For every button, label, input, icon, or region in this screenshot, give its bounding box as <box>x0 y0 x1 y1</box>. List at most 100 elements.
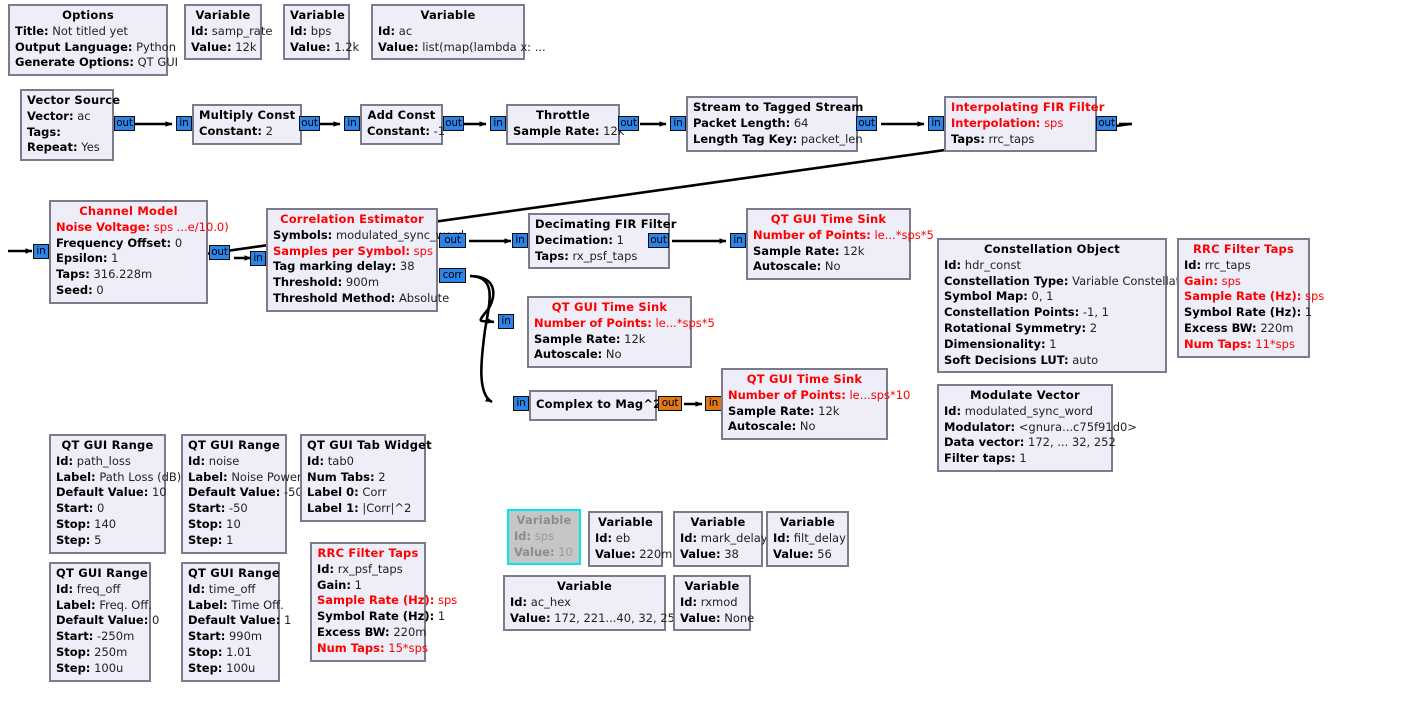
param-row: Decimation: 1 <box>535 233 663 249</box>
port-in-complex-to-mag2[interactable]: in <box>513 396 529 411</box>
port-in-multiply-const[interactable]: in <box>176 116 192 131</box>
port-in-time-sink-2[interactable]: in <box>498 314 514 329</box>
block-qt-gui-time-sink-3[interactable]: QT GUI Time Sink Number of Points: le...… <box>721 368 910 441</box>
block-variable-mark-delay[interactable]: Variable Id: mark_delay Value: 38 <box>673 511 768 568</box>
block-variable-bps[interactable]: Variable Id: bps Value: 1.2k <box>283 4 359 61</box>
block-throttle[interactable]: Throttle Sample Rate: 12k <box>506 104 624 145</box>
param-row: Default Value: 10 <box>56 485 167 501</box>
param-key: Symbol Map: <box>944 289 1028 304</box>
port-out-correlation-estimator[interactable]: out <box>439 233 466 248</box>
param-value: 10 <box>226 516 241 531</box>
param-key: Vector: <box>27 108 74 123</box>
port-out-vector-source[interactable]: out <box>114 116 135 131</box>
param-value: 0 <box>96 282 104 297</box>
param-key: Id: <box>317 561 335 576</box>
block-options[interactable]: Options Title: Not titled yet Output Lan… <box>8 4 178 77</box>
param-value: sps <box>534 528 555 543</box>
param-key: Step: <box>56 660 91 675</box>
flowgraph-canvas[interactable]: Options Title: Not titled yet Output Lan… <box>0 0 1401 703</box>
port-out-interpolating-fir[interactable]: out <box>1096 116 1117 131</box>
port-in-interpolating-fir[interactable]: in <box>928 116 944 131</box>
block-title: QT GUI Tab Widget <box>307 438 432 452</box>
param-key: Start: <box>56 501 94 516</box>
block-channel-model[interactable]: Channel Model Noise Voltage: sps ...e/10… <box>49 200 229 304</box>
block-complex-to-mag-squared[interactable]: Complex to Mag^2 <box>529 390 662 421</box>
block-variable-eb[interactable]: Variable Id: eb Value: 220m <box>588 511 672 568</box>
param-row: Data vector: 172, ... 32, 252 <box>944 435 1116 451</box>
param-row: Autoscale: No <box>534 347 685 363</box>
port-out-channel-model[interactable]: out <box>209 245 230 260</box>
param-key: Threshold: <box>273 275 343 290</box>
block-qt-gui-range-noise[interactable]: QT GUI Range Id: noise Label: Noise Powe… <box>181 434 303 554</box>
param-key: Value: <box>290 39 331 54</box>
block-title: Constellation Object <box>984 242 1120 256</box>
param-value: 1.2k <box>334 39 360 54</box>
param-key: Id: <box>307 453 325 468</box>
param-row: Step: 1 <box>188 533 280 549</box>
param-row: Symbol Map: 0, 1 <box>944 289 1160 305</box>
block-qt-gui-tab-widget[interactable]: QT GUI Tab Widget Id: tab0 Num Tabs: 2 L… <box>300 434 432 522</box>
block-qt-gui-range-freq-off[interactable]: QT GUI Range Id: freq_off Label: Freq. O… <box>49 562 159 682</box>
port-in-add-const[interactable]: in <box>344 116 360 131</box>
block-add-const[interactable]: Add Const Constant: -1 <box>360 104 445 145</box>
param-row: Num Tabs: 2 <box>307 470 419 486</box>
block-qt-gui-range-time-off[interactable]: QT GUI Range Id: time_off Label: Time Of… <box>181 562 291 682</box>
param-key: Step: <box>56 532 91 547</box>
block-stream-to-tagged-stream[interactable]: Stream to Tagged Stream Packet Length: 6… <box>686 96 864 153</box>
port-in-channel-model[interactable]: in <box>33 244 49 259</box>
wire-corr-timesink2 <box>469 274 495 324</box>
port-out-stream-to-tagged[interactable]: out <box>856 116 877 131</box>
port-in-decimating-fir[interactable]: in <box>512 233 528 248</box>
block-rrc-filter-taps-tx[interactable]: RRC Filter Taps Id: rrc_taps Gain: sps S… <box>1177 238 1324 358</box>
block-title: Stream to Tagged Stream <box>693 100 864 114</box>
block-constellation-object[interactable]: Constellation Object Id: hdr_const Const… <box>937 238 1198 374</box>
block-variable-ac[interactable]: Variable Id: ac Value: list(map(lambda x… <box>371 4 546 61</box>
port-out-multiply-const[interactable]: out <box>299 116 320 131</box>
port-in-time-sink-1[interactable]: in <box>730 233 746 248</box>
block-variable-filt-delay[interactable]: Variable Id: filt_delay Value: 56 <box>766 511 849 568</box>
block-variable-rxmod[interactable]: Variable Id: rxmod Value: None <box>673 575 754 632</box>
param-value: rx_psf_taps <box>337 561 403 576</box>
block-qt-gui-range-path-loss[interactable]: QT GUI Range Id: path_loss Label: Path L… <box>49 434 181 554</box>
port-out-complex-to-mag2[interactable]: out <box>658 396 682 411</box>
param-row: Id: rrc_taps <box>1184 258 1303 274</box>
block-multiply-const[interactable]: Multiply Const Constant: 2 <box>192 104 302 145</box>
param-key: Id: <box>290 23 308 38</box>
port-in-time-sink-3[interactable]: in <box>705 396 722 411</box>
block-title: Complex to Mag^2 <box>536 397 662 411</box>
param-value: sps <box>1305 289 1325 304</box>
param-key: Id: <box>944 403 962 418</box>
block-modulate-vector[interactable]: Modulate Vector Id: modulated_sync_word … <box>937 384 1137 472</box>
block-interpolating-fir-filter[interactable]: Interpolating FIR Filter Interpolation: … <box>944 96 1104 153</box>
block-qt-gui-time-sink-1[interactable]: QT GUI Time Sink Number of Points: le...… <box>746 208 934 281</box>
param-key: Label 1: <box>307 501 359 516</box>
param-row: Id: rx_psf_taps <box>317 562 419 578</box>
block-qt-gui-time-sink-2[interactable]: QT GUI Time Sink Number of Points: le...… <box>527 296 715 369</box>
port-in-correlation-estimator[interactable]: in <box>250 251 266 266</box>
param-key: Autoscale: <box>534 347 603 362</box>
param-row: Id: ac <box>378 24 518 40</box>
param-key: Stop: <box>56 516 91 531</box>
block-variable-samp-rate[interactable]: Variable Id: samp_rate Value: 12k <box>184 4 272 61</box>
block-correlation-estimator[interactable]: Correlation Estimator Symbols: modulated… <box>266 208 464 312</box>
param-key: Dimensionality: <box>944 336 1046 351</box>
port-out-decimating-fir[interactable]: out <box>648 233 669 248</box>
param-value: Corr <box>362 485 387 500</box>
block-rrc-filter-taps-rx[interactable]: RRC Filter Taps Id: rx_psf_taps Gain: 1 … <box>310 542 457 662</box>
param-key: Seed: <box>56 282 93 297</box>
port-in-throttle[interactable]: in <box>490 116 506 131</box>
block-vector-source[interactable]: Vector Source Vector: ac Tags: Repeat: Y… <box>20 89 120 162</box>
param-value: ac <box>398 23 413 38</box>
param-row: Length Tag Key: packet_len <box>693 132 863 148</box>
block-variable-sps-selected[interactable]: Variable Id: sps Value: 10 <box>507 509 581 566</box>
param-key: Data vector: <box>944 435 1025 450</box>
port-in-stream-to-tagged[interactable]: in <box>670 116 686 131</box>
param-value: 56 <box>817 546 832 561</box>
port-corr-correlation-estimator[interactable]: corr <box>439 268 466 283</box>
port-out-add-const[interactable]: out <box>443 116 464 131</box>
port-out-throttle[interactable]: out <box>618 116 639 131</box>
param-key: Modulator: <box>944 419 1016 434</box>
param-row: Threshold: 900m <box>273 275 431 291</box>
block-variable-ac-hex[interactable]: Variable Id: ac_hex Value: 172, 221...40… <box>503 575 682 632</box>
param-key: Tag marking delay: <box>273 259 397 274</box>
